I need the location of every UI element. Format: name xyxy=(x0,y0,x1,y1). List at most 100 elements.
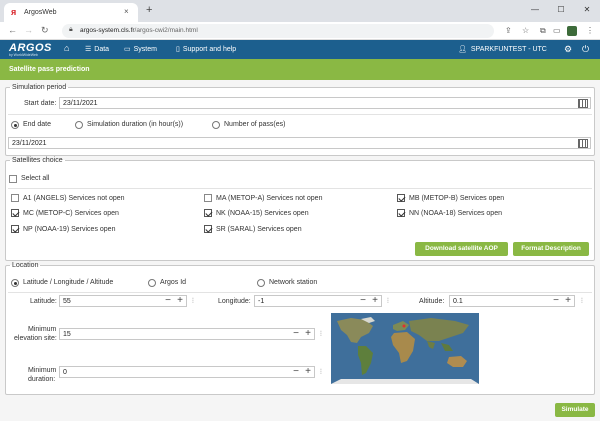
tab-close-icon[interactable]: × xyxy=(124,7,129,16)
calendar-icon[interactable] xyxy=(578,99,588,108)
decrement-icon[interactable]: − xyxy=(165,296,171,306)
format-description-button[interactable]: Format Description xyxy=(513,242,589,256)
start-date-label: Start date: xyxy=(24,100,57,107)
satellite-checkbox-ma[interactable] xyxy=(204,194,212,202)
satellite-checkbox-mb[interactable] xyxy=(397,194,405,202)
argos-favicon-icon: ᴙ xyxy=(11,7,17,17)
satellite-label-nk: NK (NOAA-15) Services open xyxy=(216,210,309,217)
monitor-icon: ▭ xyxy=(124,46,131,53)
satellite-checkbox-sr[interactable] xyxy=(204,225,212,233)
decrement-icon[interactable]: − xyxy=(293,367,299,377)
book-icon: ▯ xyxy=(176,46,180,53)
elevation-label-line2: elevation site: xyxy=(14,335,57,342)
network-station-radio[interactable] xyxy=(257,279,265,287)
elevation-stepper[interactable]: 15 − + xyxy=(59,328,315,340)
nav-support[interactable]: ▯ Support and help xyxy=(176,45,236,54)
latlon-radio[interactable] xyxy=(11,279,19,287)
tab-title: ArgosWeb xyxy=(24,9,57,16)
divider xyxy=(8,188,592,189)
network-station-option-label: Network station xyxy=(269,279,318,286)
latitude-label: Latitude: xyxy=(30,298,57,305)
satellite-checkbox-nn[interactable] xyxy=(397,209,405,217)
argos-id-radio[interactable] xyxy=(148,279,156,287)
simulation-period-legend: Simulation period xyxy=(12,84,67,91)
argos-logo[interactable]: ARGOS by WorldWideWeb xyxy=(9,42,52,57)
satellites-legend: Satellites choice xyxy=(12,157,63,164)
nav-data[interactable]: ☰ Data xyxy=(85,45,109,54)
satellite-label-ma: MA (METOP-A) Services not open xyxy=(216,195,323,202)
decrement-icon[interactable]: − xyxy=(553,296,559,306)
browser-tab-strip: ᴙ ArgosWeb × + — ☐ ✕ xyxy=(0,0,600,22)
simulate-button[interactable]: Simulate xyxy=(555,403,595,417)
increment-icon[interactable]: + xyxy=(305,329,311,339)
divider xyxy=(8,114,592,115)
increment-icon[interactable]: + xyxy=(372,296,378,306)
altitude-stepper[interactable]: 0.1 − + xyxy=(449,295,575,307)
satellite-label-sr: SR (SARAL) Services open xyxy=(216,226,302,233)
window-close-button[interactable]: ✕ xyxy=(574,0,600,22)
url-path: /argos-cwi2/main.html xyxy=(134,27,198,34)
download-aop-button[interactable]: Download satellite AOP xyxy=(415,242,508,256)
passes-radio[interactable] xyxy=(212,121,220,129)
minimize-button[interactable]: — xyxy=(522,0,548,22)
min-duration-stepper[interactable]: 0 − + xyxy=(59,366,315,378)
increment-icon[interactable]: + xyxy=(177,296,183,306)
duration-label-line2: duration: xyxy=(28,376,56,383)
increment-icon[interactable]: + xyxy=(305,367,311,377)
home-icon[interactable]: ⌂ xyxy=(64,44,69,53)
latlon-option-label: Latitude / Longitude / Altitude xyxy=(23,279,114,286)
increment-icon[interactable]: + xyxy=(565,296,571,306)
url-bar[interactable]: 🔒︎ argos-system.cls.fr/argos-cwi2/main.h… xyxy=(62,24,494,38)
unit-marker-icon: ⫶ xyxy=(581,298,583,305)
location-legend: Location xyxy=(12,262,39,269)
user-menu[interactable]: 👤︎ SPARKFUNTEST - UTC xyxy=(458,45,547,53)
argos-id-option-label: Argos Id xyxy=(160,279,187,286)
database-icon: ☰ xyxy=(85,46,92,53)
duration-option-label: Simulation duration (in hour(s)) xyxy=(87,121,184,128)
satellite-label-mb: MB (METOP-B) Services open xyxy=(409,195,505,202)
end-date-option-label: End date xyxy=(23,121,52,128)
new-tab-button[interactable]: + xyxy=(146,5,152,16)
satellite-checkbox-np[interactable] xyxy=(11,225,19,233)
divider xyxy=(8,292,592,293)
satellite-checkbox-mc[interactable] xyxy=(11,209,19,217)
browser-menu-icon[interactable]: ⋮ xyxy=(586,26,594,35)
end-date-radio[interactable] xyxy=(11,121,19,129)
unit-marker-icon: ⫶ xyxy=(192,298,194,305)
browser-tab[interactable]: ᴙ ArgosWeb × xyxy=(4,3,138,22)
reload-icon[interactable]: ↻ xyxy=(41,25,49,36)
forward-arrow-icon[interactable]: → xyxy=(24,25,33,36)
decrement-icon[interactable]: − xyxy=(293,329,299,339)
satellite-checkbox-nk[interactable] xyxy=(204,209,212,217)
decrement-icon[interactable]: − xyxy=(360,296,366,306)
duration-radio[interactable] xyxy=(75,121,83,129)
tab-search-icon[interactable]: ▭ xyxy=(553,26,561,35)
satellite-label-nn: NN (NOAA-18) Services open xyxy=(409,210,502,217)
satellite-label-a1: A1 (ANGELS) Services not open xyxy=(23,195,125,202)
select-all-label: Select all xyxy=(21,175,50,182)
latitude-stepper[interactable]: 55 − + xyxy=(59,295,187,307)
user-icon: 👤︎ xyxy=(458,46,467,53)
calendar-icon[interactable] xyxy=(578,139,588,148)
select-all-checkbox[interactable] xyxy=(9,175,17,183)
unit-marker-icon: ⫶ xyxy=(387,298,389,305)
start-date-input[interactable]: 23/11/2021 xyxy=(59,97,591,109)
maximize-button[interactable]: ☐ xyxy=(548,0,574,22)
url-host: argos-system.cls.fr xyxy=(80,27,135,34)
duration-label-line1: Minimum xyxy=(28,367,57,374)
back-arrow-icon[interactable]: ← xyxy=(8,25,17,36)
extension-puzzle-icon[interactable]: ⧉ xyxy=(540,26,546,35)
settings-gear-icon[interactable]: ⚙ xyxy=(564,44,572,54)
elevation-label-line1: Minimum xyxy=(28,326,57,333)
share-icon[interactable]: ⇪ xyxy=(505,26,512,35)
satellite-checkbox-a1[interactable] xyxy=(11,194,19,202)
world-map[interactable] xyxy=(331,313,479,384)
nav-system[interactable]: ▭ System xyxy=(124,45,157,54)
longitude-stepper[interactable]: -1 − + xyxy=(254,295,382,307)
profile-avatar-icon[interactable] xyxy=(567,26,577,36)
unit-marker-icon: ⫶ xyxy=(320,331,322,338)
end-date-input[interactable]: 23/11/2021 xyxy=(8,137,591,149)
logout-power-icon[interactable]: ⏻ xyxy=(582,44,589,54)
bookmark-star-icon[interactable]: ☆ xyxy=(522,26,529,35)
unit-marker-icon: ⫶ xyxy=(320,369,322,376)
